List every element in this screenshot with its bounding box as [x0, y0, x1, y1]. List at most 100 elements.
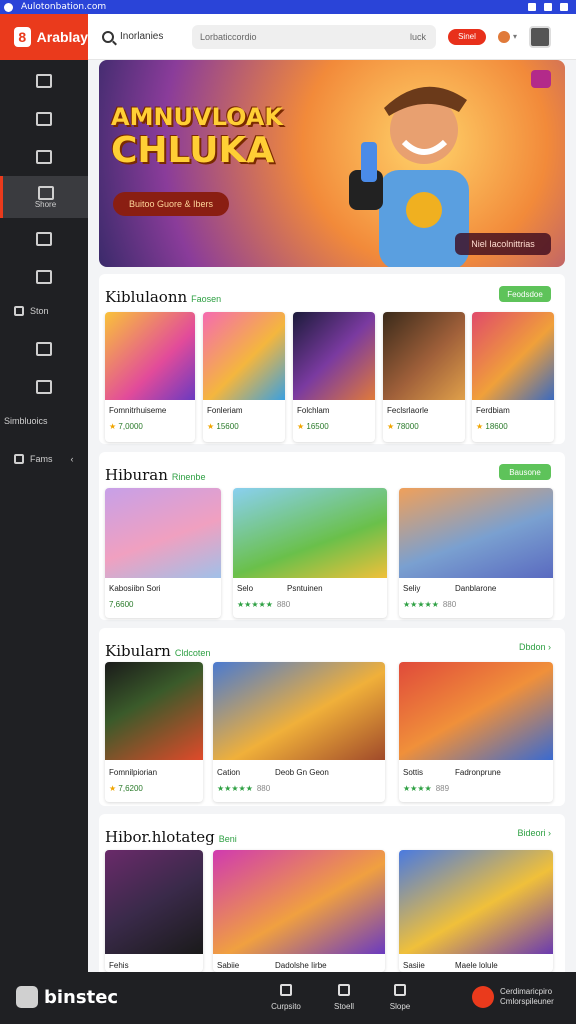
url-text[interactable]: Aulotonbation.com [21, 2, 106, 12]
header-cta-button[interactable]: Sinel [448, 28, 486, 45]
game-thumbnail [293, 312, 375, 400]
section-title: Kibularn [105, 642, 171, 660]
game-card[interactable]: Seliy Danblarone ★★★★★ 880 [399, 488, 553, 618]
sidebar: 8 Arablay Shore Ston Simbluoics Fams ‹ [0, 14, 88, 972]
search-label-group[interactable]: Inorlanies [102, 30, 192, 43]
game-thumbnail [472, 312, 554, 400]
sidebar-item-stats[interactable]: Simbluoics [0, 400, 88, 442]
section-subtitle[interactable]: Cldcoten [175, 648, 211, 658]
game-card[interactable]: Cation Deob Gn Geon ★★★★★ 880 [213, 662, 385, 802]
promo-icon [472, 986, 494, 1008]
game-card[interactable]: Sottis Fadronprune ★★★★ 889 [399, 662, 553, 802]
game-price: ★ 18600 [476, 422, 508, 431]
hero-badge-icon[interactable] [531, 70, 551, 88]
game-thumbnail [213, 662, 385, 760]
chevron-left-icon[interactable]: ‹ [71, 454, 74, 464]
footer-nav-item[interactable]: Slope [380, 984, 420, 1011]
search-placeholder: Lorbaticcordio [200, 31, 257, 42]
footer-nav-item[interactable]: Curpsito [266, 984, 306, 1011]
game-title: Sottis [403, 768, 424, 777]
game-title: Sabiie [217, 961, 240, 970]
rating-count: 880 [442, 600, 457, 609]
sidebar-item-triangle[interactable] [0, 98, 88, 140]
game-title: Cation [217, 768, 241, 777]
game-card[interactable]: Fehis [105, 850, 203, 972]
avatar[interactable] [529, 25, 552, 48]
section-title: Hibor.hlotateg [105, 828, 215, 846]
game-card[interactable]: Folchlam ★ 16500 [293, 312, 375, 442]
puzzle-icon [36, 232, 52, 246]
triangle-icon [36, 112, 52, 126]
footer-nav-label: Stoell [333, 1002, 354, 1011]
game-publisher: Deob Gn Geon [275, 768, 329, 777]
game-rating: ★★★★★ 880 [217, 784, 270, 793]
home-icon [37, 185, 54, 200]
game-price: ★ 78000 [387, 422, 419, 431]
sidebar-item-home[interactable]: Shore [0, 176, 88, 218]
sidebar-item-tag[interactable] [0, 328, 88, 370]
game-card[interactable]: Fomnilpiorian ★ 7,6200 [105, 662, 203, 802]
sidebar-item-label: Shore [34, 199, 57, 209]
hero-primary-button[interactable]: Buitoo Guore & Ibers [113, 192, 229, 216]
hero-secondary-button[interactable]: Niel Iacolnittrias [455, 233, 551, 255]
game-publisher: Danblarone [455, 584, 497, 593]
game-price: ★ 7,6200 [109, 784, 143, 793]
section-kiblulaonn: Kiblulaonn Faosen Feodsdoe Fomnitrhuisem… [99, 274, 565, 444]
game-price-value: 16500 [306, 422, 329, 431]
sidebar-item-fams[interactable]: Fams ‹ [0, 438, 88, 480]
section-hiburan: Hiburan Rinenbe Bausone Kabosiibn Sori 7… [99, 452, 565, 620]
grid-icon [36, 380, 52, 394]
game-card[interactable]: Kabosiibn Sori 7,6600 [105, 488, 221, 618]
game-price-value: 15600 [216, 422, 239, 431]
section-see-all-link[interactable]: Bideori › [517, 828, 551, 838]
section-see-all-link[interactable]: Dbdon › [519, 642, 551, 652]
section-subtitle[interactable]: Faosen [191, 294, 221, 304]
grid-icon[interactable] [544, 3, 552, 11]
rating-stars: ★★★★★ [217, 784, 253, 793]
browser-actions [528, 3, 568, 11]
menu-icon[interactable] [560, 3, 568, 11]
game-card[interactable]: Fonleriam ★ 15600 [203, 312, 285, 442]
sidebar-item-label: Simbluoics [4, 416, 48, 426]
section-subtitle[interactable]: Beni [219, 834, 237, 844]
section-title: Kiblulaonn [105, 288, 188, 306]
game-card[interactable]: Fomnitrhuiseme ★ 7,0000 [105, 312, 195, 442]
sidebar-item-box[interactable] [0, 136, 88, 178]
game-publisher: Maele lolule [455, 961, 498, 970]
footer-nav-item[interactable]: Stoell [324, 984, 364, 1011]
footer-promo[interactable]: Cerdimaricpiro Cmlorspileuner [472, 986, 562, 1008]
section-subtitle[interactable]: Rinenbe [172, 472, 206, 482]
window-icon[interactable] [528, 3, 536, 11]
game-thumbnail [105, 662, 203, 760]
section-action-button[interactable]: Feodsdoe [499, 286, 551, 302]
see-all-label: Bideori [517, 828, 546, 838]
game-thumbnail [399, 488, 553, 578]
game-title: Fonleriam [207, 406, 243, 415]
sidebar-item-ston[interactable]: Ston [0, 290, 88, 332]
game-title: Seliy [403, 584, 421, 593]
game-card[interactable]: Sabiie Dadolshe Iirbe [213, 850, 385, 972]
rating-stars: ★★★★★ [403, 600, 439, 609]
heart-icon [338, 984, 350, 996]
search-input[interactable]: Lorbaticcordio luck [192, 24, 436, 49]
sidebar-item-puzzle[interactable] [0, 218, 88, 260]
sidebar-item-monitor[interactable] [0, 60, 88, 102]
game-thumbnail [399, 662, 553, 760]
monitor-icon [36, 74, 52, 88]
app-logo[interactable]: 8 Arablay [0, 14, 88, 60]
hero-banner[interactable]: AMNUVLOAK CHLUKA Buitoo Guore & Ibers Ni… [99, 60, 565, 267]
chevron-down-icon[interactable]: ▾ [513, 32, 517, 41]
game-title: Folchlam [297, 406, 330, 415]
game-publisher: Fadronprune [455, 768, 501, 777]
footer-bar: binstec Curpsito Stoell Slope Cerdimaric… [0, 972, 576, 1024]
game-price-value: 78000 [396, 422, 419, 431]
game-card[interactable]: Feclsrlaorle ★ 78000 [383, 312, 465, 442]
rating-count: 880 [276, 600, 291, 609]
game-card[interactable]: Sasiie Maele lolule [399, 850, 553, 972]
section-action-button[interactable]: Bausone [499, 464, 551, 480]
footer-logo[interactable]: binstec [16, 986, 118, 1008]
notification-icon[interactable] [498, 30, 510, 43]
game-title: Fehis [109, 961, 129, 970]
game-card[interactable]: Selo Psntuinen ★★★★★ 880 [233, 488, 387, 618]
game-card[interactable]: Ferdbiam ★ 18600 [472, 312, 554, 442]
